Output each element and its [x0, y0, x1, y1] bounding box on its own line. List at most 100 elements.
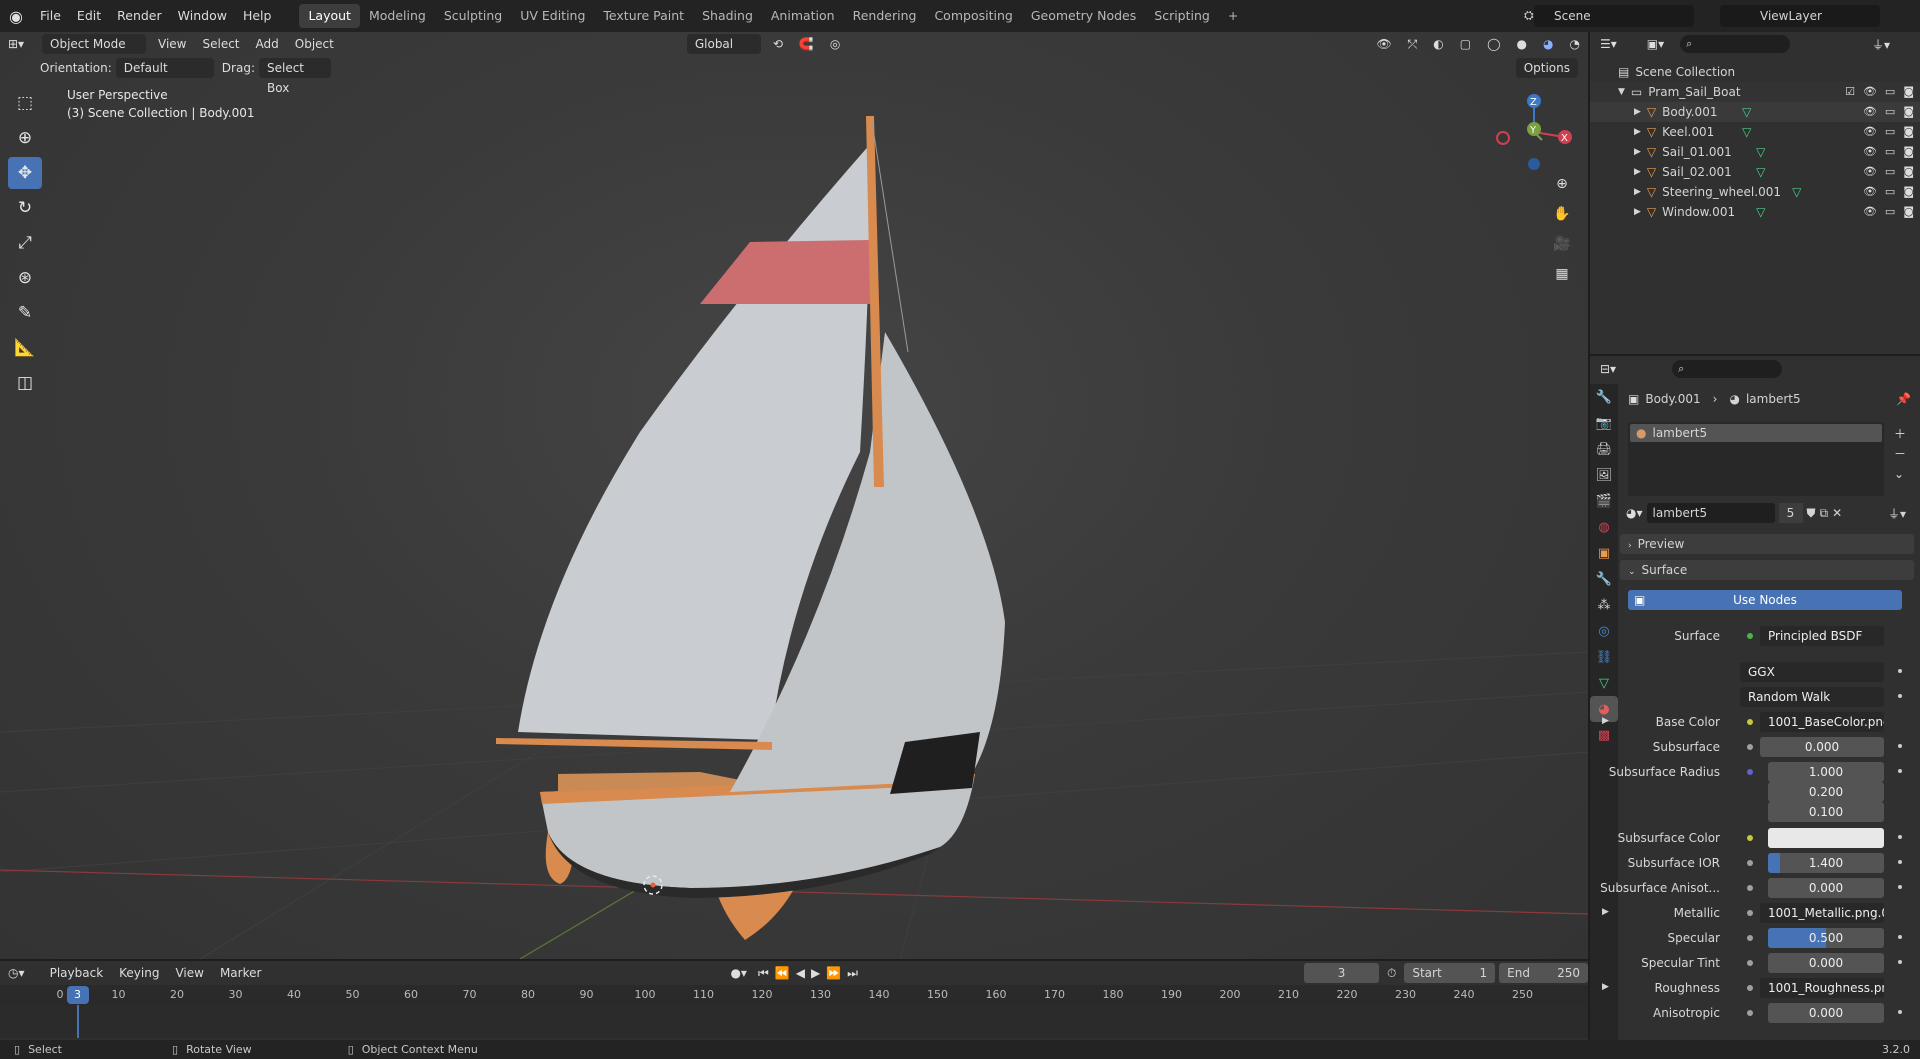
tab-modeling[interactable]: Modeling [360, 4, 435, 28]
checkbox-icon[interactable]: ☑ [1845, 82, 1855, 102]
render-tab-icon[interactable]: 📷 [1590, 410, 1618, 436]
drag-selector[interactable]: Select Box [258, 58, 331, 95]
keyframe-dot-icon[interactable] [1898, 935, 1902, 939]
view-layer-tab-icon[interactable]: 🖼 [1590, 462, 1618, 488]
keyframe-dot-icon[interactable] [1898, 860, 1902, 864]
select-box-tool-icon[interactable]: ⬚ [8, 87, 42, 119]
playhead-marker[interactable]: 3 [66, 986, 89, 1004]
mode-selector[interactable]: Object Mode [42, 34, 146, 54]
world-tab-icon[interactable]: ◍ [1590, 514, 1618, 540]
outliner-row-object[interactable]: ▶ ▽ Steering_wheel.001 ▽ 👁 ▭ ◙ [1590, 182, 1920, 202]
timeline-editor-icon[interactable]: ◷▾ [0, 966, 42, 980]
proportional-edit-icon[interactable]: ◎ [822, 37, 848, 51]
expand-arrow-icon[interactable]: ▶ [1602, 716, 1609, 726]
monitor-icon[interactable]: ▭ [1885, 82, 1895, 102]
material-slot-item[interactable]: ● lambert5 [1630, 424, 1882, 442]
eye-icon[interactable]: 👁 [1863, 162, 1877, 182]
filter-icon[interactable]: ⏚▾ [1872, 36, 1890, 53]
fake-user-icon[interactable]: ⛊ [1807, 506, 1816, 521]
menu-keying[interactable]: Keying [111, 966, 167, 980]
monitor-icon[interactable]: ▭ [1885, 122, 1895, 142]
options-button[interactable]: Options [1515, 58, 1578, 78]
navigation-gizmo[interactable]: Z X Y [1494, 92, 1574, 172]
tab-animation[interactable]: Animation [762, 4, 844, 28]
menu-render[interactable]: Render [109, 0, 170, 32]
distribution-selector[interactable]: GGX [1740, 662, 1884, 682]
keyframe-dot-icon[interactable] [1898, 694, 1902, 698]
object-tab-icon[interactable]: ▣ [1590, 540, 1618, 566]
render-camera-icon[interactable]: ◙ [1903, 202, 1914, 222]
keyframe-dot-icon[interactable] [1898, 1010, 1902, 1014]
subsurface-method-selector[interactable]: Random Walk [1740, 687, 1884, 707]
anisotropic-field[interactable]: 0.000 [1768, 1003, 1884, 1023]
subsurface-radius-x-field[interactable]: 1.000 [1768, 762, 1884, 782]
expand-arrow-icon[interactable]: ▶ [1634, 182, 1641, 202]
visibility-icon[interactable]: 👁 [1368, 37, 1399, 51]
surface-shader-selector[interactable]: Principled BSDF [1760, 626, 1884, 646]
expand-arrow-icon[interactable]: ▶ [1634, 202, 1641, 222]
rotate-tool-icon[interactable]: ↻ [8, 192, 42, 224]
expand-arrow-icon[interactable]: ▶ [1602, 982, 1609, 992]
menu-select[interactable]: Select [194, 37, 247, 51]
viewlayer-selector[interactable]: ViewLayer [1720, 5, 1880, 27]
jump-end-icon[interactable]: ⏭ [844, 966, 861, 981]
metallic-texture-field[interactable]: 1001_Metallic.png.001 [1760, 903, 1884, 923]
timeline-ruler[interactable]: 0 10 20 30 40 50 60 70 80 90 100 110 120 130 140 150 160… [0, 985, 1588, 1005]
outliner-search-input[interactable]: ⌕ [1680, 35, 1791, 53]
measure-tool-icon[interactable]: 📐 [8, 332, 42, 364]
add-workspace-button[interactable]: + [1219, 4, 1247, 28]
camera-icon[interactable]: 🎥 [1550, 232, 1574, 256]
gizmo-toggle-icon[interactable]: ⤱ [1400, 37, 1426, 52]
node-link-icon[interactable]: ⏚▾ [1888, 505, 1906, 522]
specular-tint-field[interactable]: 0.000 [1768, 953, 1884, 973]
move-tool-icon[interactable]: ✥ [8, 157, 42, 189]
pin-icon[interactable]: 📌 [1896, 392, 1911, 406]
tab-scripting[interactable]: Scripting [1145, 4, 1219, 28]
properties-search-input[interactable]: ⌕ [1672, 360, 1783, 378]
render-camera-icon[interactable]: ◙ [1903, 162, 1914, 182]
outliner-row-object[interactable]: ▶ ▽ Sail_01.001 ▽ 👁 ▭ ◙ [1590, 142, 1920, 162]
slot-specials-icon[interactable]: ⌄ [1894, 464, 1906, 484]
transform-orientation-selector[interactable]: Global [686, 34, 761, 54]
preview-panel[interactable]: › Preview [1620, 534, 1914, 554]
tab-shading[interactable]: Shading [693, 4, 762, 28]
monitor-icon[interactable]: ▭ [1885, 162, 1895, 182]
menu-help[interactable]: Help [235, 0, 280, 32]
tab-sculpting[interactable]: Sculpting [435, 4, 511, 28]
use-nodes-button[interactable]: ▣ Use Nodes [1628, 590, 1902, 610]
menu-playback[interactable]: Playback [42, 966, 112, 980]
material-name-field[interactable]: lambert5 [1646, 503, 1775, 523]
end-frame-field[interactable]: End 250 [1499, 963, 1588, 983]
eye-icon[interactable]: 👁 [1863, 82, 1877, 102]
material-slot-list[interactable]: ● lambert5 [1628, 422, 1884, 496]
ortho-grid-icon[interactable]: ▦ [1550, 262, 1574, 286]
scene-selector[interactable]: Scene [1534, 5, 1694, 27]
tool-tab-icon[interactable]: 🔧 [1590, 384, 1618, 410]
render-camera-icon[interactable]: ◙ [1903, 182, 1914, 202]
eye-icon[interactable]: 👁 [1863, 142, 1877, 162]
monitor-icon[interactable]: ▭ [1885, 102, 1895, 122]
tab-layout[interactable]: Layout [299, 4, 360, 28]
monitor-icon[interactable]: ▭ [1885, 142, 1895, 162]
shading-material-icon[interactable]: ◕ [1535, 37, 1561, 51]
keyframe-dot-icon[interactable] [1898, 669, 1902, 673]
output-tab-icon[interactable]: 🖨 [1590, 436, 1618, 462]
unlink-icon[interactable]: ✕ [1832, 506, 1842, 520]
subsurface-anisotropy-field[interactable]: 0.000 [1768, 878, 1884, 898]
keyframe-dot-icon[interactable] [1898, 769, 1902, 773]
eye-icon[interactable]: 👁 [1863, 202, 1877, 222]
menu-view[interactable]: View [150, 37, 194, 51]
surface-panel[interactable]: ⌄ Surface [1620, 560, 1914, 580]
tab-texture-paint[interactable]: Texture Paint [594, 4, 693, 28]
blender-logo-icon[interactable]: ◉ [0, 7, 32, 26]
outliner-row-scene-collection[interactable]: ▤ Scene Collection [1590, 62, 1920, 82]
user-count[interactable]: 5 [1778, 503, 1803, 523]
specular-field[interactable]: 0.500 [1768, 928, 1884, 948]
menu-file[interactable]: File [32, 0, 69, 32]
expand-arrow-icon[interactable]: ▶ [1602, 907, 1609, 917]
remove-slot-icon[interactable]: － [1894, 444, 1906, 464]
stopwatch-icon[interactable]: ⏱ [1379, 966, 1404, 981]
scale-tool-icon[interactable]: ⤢ [8, 227, 42, 259]
add-cube-tool-icon[interactable]: ◫ [8, 367, 42, 399]
keyframe-dot-icon[interactable] [1898, 744, 1902, 748]
